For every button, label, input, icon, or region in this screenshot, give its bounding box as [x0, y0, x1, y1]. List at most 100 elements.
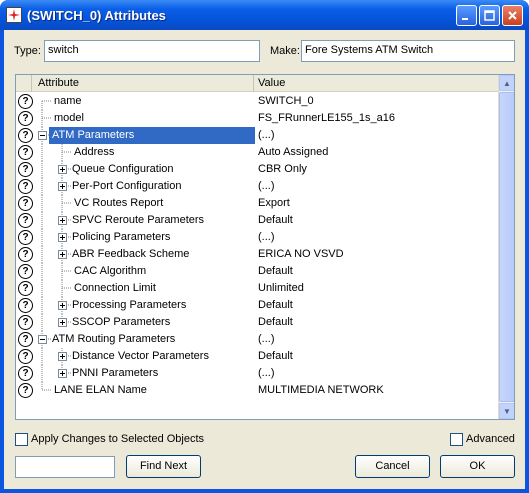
maximize-icon: [484, 10, 495, 21]
close-button[interactable]: [502, 5, 523, 26]
expand-icon[interactable]: [58, 182, 67, 191]
attribute-value[interactable]: FS_FRunnerLE155_1s_a16: [258, 112, 395, 124]
apply-label[interactable]: Apply Changes to Selected Objects: [31, 433, 204, 445]
attribute-name[interactable]: Processing Parameters: [72, 299, 186, 311]
table-row[interactable]: ? Queue Configuration CBR Only: [16, 161, 499, 178]
table-row[interactable]: ? SSCOP Parameters Default: [16, 314, 499, 331]
find-input[interactable]: [15, 456, 115, 478]
table-row[interactable]: ? LANE ELAN Name MULTIMEDIA NETWORK: [16, 382, 499, 399]
attribute-value[interactable]: (...): [258, 129, 275, 141]
scroll-up-icon: ▲: [503, 78, 511, 88]
make-label: Make:: [270, 45, 300, 57]
header-value[interactable]: Value: [254, 75, 499, 92]
apply-checkbox[interactable]: [15, 433, 28, 446]
attribute-rows: ? name SWITCH_0? model FS_FRunnerLE155_1s_a1…: [16, 93, 499, 399]
attribute-name[interactable]: VC Routes Report: [74, 197, 163, 209]
attribute-name[interactable]: ATM Routing Parameters: [52, 333, 175, 345]
maximize-button[interactable]: [479, 5, 500, 26]
expand-icon[interactable]: [58, 301, 67, 310]
attribute-name[interactable]: Queue Configuration: [72, 163, 174, 175]
scroll-thumb[interactable]: [499, 92, 514, 402]
close-icon: [508, 11, 517, 20]
attribute-name[interactable]: LANE ELAN Name: [54, 384, 147, 396]
table-row[interactable]: ? Processing Parameters Default: [16, 297, 499, 314]
attribute-value[interactable]: Default: [258, 214, 293, 226]
attribute-value[interactable]: (...): [258, 333, 275, 345]
attribute-name[interactable]: SSCOP Parameters: [72, 316, 170, 328]
attribute-value[interactable]: Default: [258, 265, 293, 277]
attribute-grid: Attribute Value ? name SWITCH_0? model FS_FR…: [15, 74, 515, 420]
minimize-icon: [462, 18, 468, 20]
attribute-value[interactable]: CBR Only: [258, 163, 307, 175]
expand-icon[interactable]: [58, 216, 67, 225]
table-row[interactable]: ? Per-Port Configuration (...): [16, 178, 499, 195]
title-bar[interactable]: (SWITCH_0) Attributes: [0, 0, 529, 30]
table-row[interactable]: ? ABR Feedback Scheme ERICA NO VSVD: [16, 246, 499, 263]
header-attribute[interactable]: Attribute: [32, 75, 254, 92]
type-field[interactable]: switch: [44, 40, 260, 62]
expand-icon[interactable]: [58, 352, 67, 361]
attribute-name[interactable]: Distance Vector Parameters: [72, 350, 209, 362]
table-row[interactable]: ? Connection Limit Unlimited: [16, 280, 499, 297]
attribute-name[interactable]: Per-Port Configuration: [72, 180, 181, 192]
attribute-name[interactable]: ABR Feedback Scheme: [72, 248, 189, 260]
attribute-value[interactable]: SWITCH_0: [258, 95, 314, 107]
table-row[interactable]: ? name SWITCH_0: [16, 93, 499, 110]
table-row[interactable]: ? ATM Routing Parameters (...): [16, 331, 499, 348]
table-row[interactable]: ? model FS_FRunnerLE155_1s_a16: [16, 110, 499, 127]
vertical-scrollbar[interactable]: ▲ ▼: [498, 75, 514, 419]
table-row[interactable]: ? CAC Algorithm Default: [16, 263, 499, 280]
attribute-value[interactable]: Default: [258, 299, 293, 311]
advanced-checkbox[interactable]: [450, 433, 463, 446]
expand-icon[interactable]: [58, 318, 67, 327]
attribute-value[interactable]: MULTIMEDIA NETWORK: [258, 384, 384, 396]
minimize-button[interactable]: [456, 5, 477, 26]
attribute-value[interactable]: Default: [258, 316, 293, 328]
attribute-value[interactable]: Auto Assigned: [258, 146, 328, 158]
dialog-body: Type: switch Make: Fore Systems ATM Swit…: [4, 30, 525, 489]
attribute-name[interactable]: SPVC Reroute Parameters: [72, 214, 204, 226]
cancel-button[interactable]: Cancel: [355, 455, 430, 478]
attribute-value[interactable]: (...): [258, 180, 275, 192]
header-icon-column: [16, 75, 32, 92]
scroll-down-icon: ▼: [503, 406, 511, 416]
table-row[interactable]: ? PNNI Parameters (...): [16, 365, 499, 382]
find-next-button[interactable]: Find Next: [126, 455, 201, 478]
window-title: (SWITCH_0) Attributes: [27, 8, 166, 23]
attribute-value[interactable]: Default: [258, 350, 293, 362]
attribute-name[interactable]: Address: [74, 146, 114, 158]
attribute-name[interactable]: CAC Algorithm: [74, 265, 146, 277]
attribute-name[interactable]: model: [54, 112, 84, 124]
attribute-value[interactable]: (...): [258, 367, 275, 379]
expand-icon[interactable]: [58, 233, 67, 242]
tree-connector: [41, 110, 52, 127]
collapse-icon[interactable]: [38, 335, 47, 344]
table-row[interactable]: ? Distance Vector Parameters Default: [16, 348, 499, 365]
table-row[interactable]: ? ATM Parameters (...): [16, 127, 499, 144]
table-row[interactable]: ? SPVC Reroute Parameters Default: [16, 212, 499, 229]
make-field[interactable]: Fore Systems ATM Switch: [301, 40, 515, 62]
attribute-name[interactable]: Connection Limit: [74, 282, 156, 294]
attribute-name[interactable]: PNNI Parameters: [72, 367, 158, 379]
app-icon[interactable]: [6, 7, 22, 23]
attribute-name[interactable]: ATM Parameters: [50, 129, 137, 141]
expand-icon[interactable]: [58, 165, 67, 174]
table-row[interactable]: ? VC Routes Report Export: [16, 195, 499, 212]
scroll-down-button[interactable]: ▼: [499, 403, 514, 419]
collapse-icon[interactable]: [38, 131, 47, 140]
attribute-value[interactable]: Unlimited: [258, 282, 304, 294]
expand-icon[interactable]: [58, 250, 67, 259]
attribute-value[interactable]: ERICA NO VSVD: [258, 248, 344, 260]
tree-connector: [41, 144, 72, 161]
attribute-name[interactable]: Policing Parameters: [72, 231, 170, 243]
ok-button[interactable]: OK: [440, 455, 515, 478]
expand-icon[interactable]: [58, 369, 67, 378]
attribute-name[interactable]: name: [54, 95, 82, 107]
attribute-value[interactable]: Export: [258, 197, 290, 209]
tree-connector: [41, 100, 52, 110]
advanced-label[interactable]: Advanced: [466, 433, 515, 445]
attribute-value[interactable]: (...): [258, 231, 275, 243]
table-row[interactable]: ? Address Auto Assigned: [16, 144, 499, 161]
scroll-up-button[interactable]: ▲: [499, 75, 514, 91]
table-row[interactable]: ? Policing Parameters (...): [16, 229, 499, 246]
